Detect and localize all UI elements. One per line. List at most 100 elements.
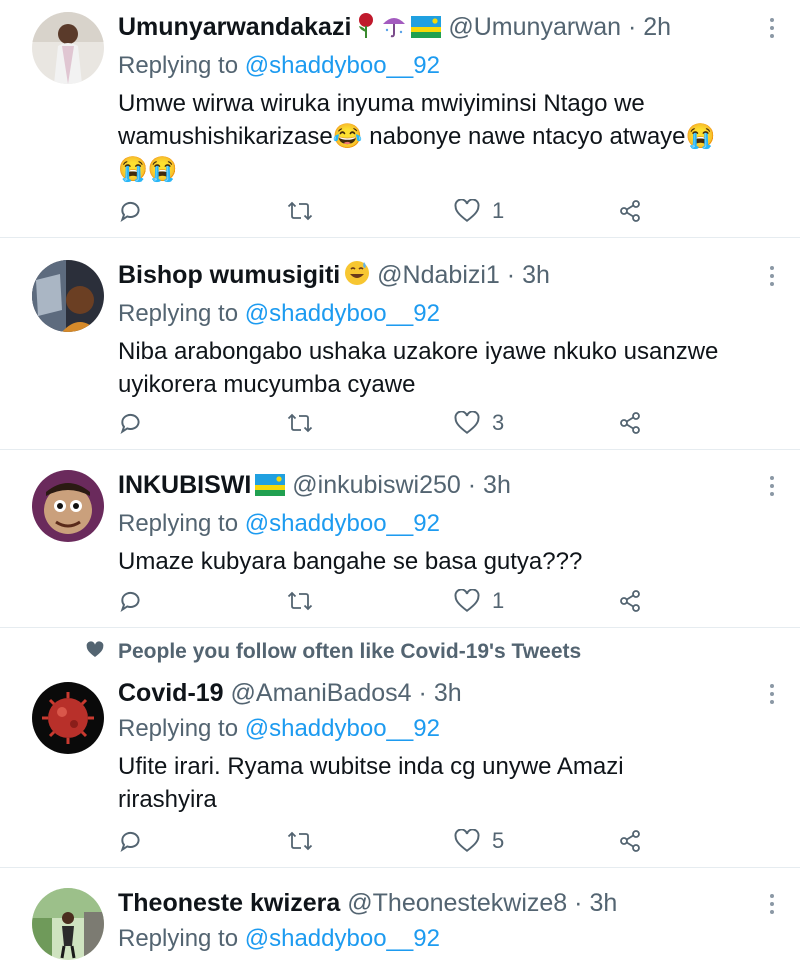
retweet-button[interactable] [286,196,314,226]
like-icon [454,589,480,613]
retweet-icon [286,588,314,614]
tweet-text: Umwe wirwa wiruka inyuma mwiyiminsi Ntag… [118,87,764,186]
display-name[interactable]: INKUBISWI [118,471,251,499]
separator: · [574,889,583,917]
display-name[interactable]: Theoneste kwizera [118,889,340,917]
tweet[interactable]: Umunyarwandakazi @Umunyarwan · 2h Replyi… [0,0,800,238]
share-button[interactable] [618,196,642,226]
replying-to: Replying to @shaddyboo__92 [118,51,764,81]
reply-mention[interactable]: @shaddyboo__92 [245,715,440,742]
replying-prefix: Replying to [118,715,239,742]
like-icon [454,411,480,435]
timeline: Umunyarwandakazi @Umunyarwan · 2h Replyi… [0,0,800,964]
tweet-text-line: Umaze kubyara bangahe se basa gutya??? [118,548,583,575]
timestamp[interactable]: 2h [643,13,671,41]
retweet-icon [286,410,314,436]
replying-to: Replying to @shaddyboo__92 [118,299,764,329]
tweet-actions: 5 [118,826,648,856]
retweet-button[interactable] [286,586,314,616]
like-count: 1 [492,198,505,223]
replying-prefix: Replying to [118,925,239,952]
umbrella-emoji [381,12,407,45]
rwanda-flag-emoji [411,15,442,45]
handle[interactable]: @Ndabizi1 [377,261,500,289]
like-button[interactable]: 1 [454,586,504,616]
tweet[interactable]: Covid-19 @AmaniBados4 · 3h Replying to @… [0,628,800,868]
replying-to: Replying to @shaddyboo__92 [118,924,764,954]
share-icon [618,829,642,853]
rwanda-flag-emoji [255,473,286,503]
separator: · [467,471,477,499]
share-button[interactable] [618,826,642,856]
timestamp[interactable]: 3h [589,889,617,917]
like-icon [454,199,480,223]
display-name[interactable]: Bishop wumusigiti [118,261,340,289]
tweet-text-line: uyikorera mucyumba cyawe [118,371,416,398]
timestamp[interactable]: 3h [522,261,550,289]
more-icon[interactable] [770,894,776,918]
timestamp[interactable]: 3h [434,679,462,707]
avatar[interactable] [32,12,104,84]
tweet-actions: 1 [118,586,648,616]
reply-button[interactable] [118,408,144,438]
timestamp[interactable]: 3h [483,471,511,499]
separator: · [506,261,516,289]
handle[interactable]: @Umunyarwan [448,13,621,41]
reply-mention[interactable]: @shaddyboo__92 [245,300,440,327]
share-button[interactable] [618,586,642,616]
retweet-button[interactable] [286,826,314,856]
like-button[interactable]: 1 [454,196,504,226]
handle[interactable]: @Theonestekwize8 [347,889,567,917]
reply-icon [118,198,144,224]
more-icon[interactable] [770,476,776,500]
avatar[interactable] [32,888,104,960]
replying-to: Replying to @shaddyboo__92 [118,714,764,744]
share-icon [618,411,642,435]
tweet[interactable]: INKUBISWI @inkubiswi250 · 3h Replying to… [0,450,800,628]
avatar[interactable] [32,470,104,542]
share-button[interactable] [618,408,642,438]
like-count: 3 [492,410,505,435]
reply-mention[interactable]: @shaddyboo__92 [245,52,440,79]
reply-button[interactable] [118,826,144,856]
share-icon [618,589,642,613]
like-icon [454,829,480,853]
tweet-actions: 3 [118,408,648,438]
tweet-text: Ufite irari. Ryama wubitse inda cg unywe… [118,750,764,816]
handle[interactable]: @inkubiswi250 [292,471,461,499]
retweet-icon [286,198,314,224]
avatar[interactable] [32,260,104,332]
more-icon[interactable] [770,684,776,708]
reply-button[interactable] [118,196,144,226]
reply-button[interactable] [118,586,144,616]
more-icon[interactable] [770,266,776,290]
display-name[interactable]: Umunyarwandakazi [118,13,351,41]
retweet-button[interactable] [286,408,314,438]
avatar[interactable] [32,682,104,754]
tweet-text: Niba arabongabo ushaka uzakore iyawe nku… [118,335,764,401]
tweet-text-line: Niba arabongabo ushaka uzakore iyawe nku… [118,338,719,365]
handle[interactable]: @AmaniBados4 [231,679,412,707]
separator: · [627,13,637,41]
more-icon[interactable] [770,18,776,42]
share-icon [618,199,642,223]
grinning-sweat-emoji [344,260,370,293]
reply-icon [118,410,144,436]
tweet-text-line: rirashyira [118,786,217,813]
reply-mention[interactable]: @shaddyboo__92 [245,925,440,952]
reply-mention[interactable]: @shaddyboo__92 [245,510,440,537]
rose-emoji [355,12,377,45]
reply-icon [118,588,144,614]
tweet[interactable]: Bishop wumusigiti @Ndabizi1 · 3h Replyin… [0,238,800,450]
replying-prefix: Replying to [118,510,239,537]
like-button[interactable]: 5 [454,826,504,856]
tweet-text-line: 😭😭 [118,156,178,183]
like-button[interactable]: 3 [454,408,504,438]
tweet[interactable]: Theoneste kwizera @Theonestekwize8 · 3h … [0,868,800,964]
separator: · [418,679,427,707]
like-count: 5 [492,828,505,853]
tweet-text-line: Ufite irari. Ryama wubitse inda cg unywe… [118,753,624,780]
replying-prefix: Replying to [118,300,239,327]
reply-icon [118,828,144,854]
display-name[interactable]: Covid-19 [118,679,224,707]
